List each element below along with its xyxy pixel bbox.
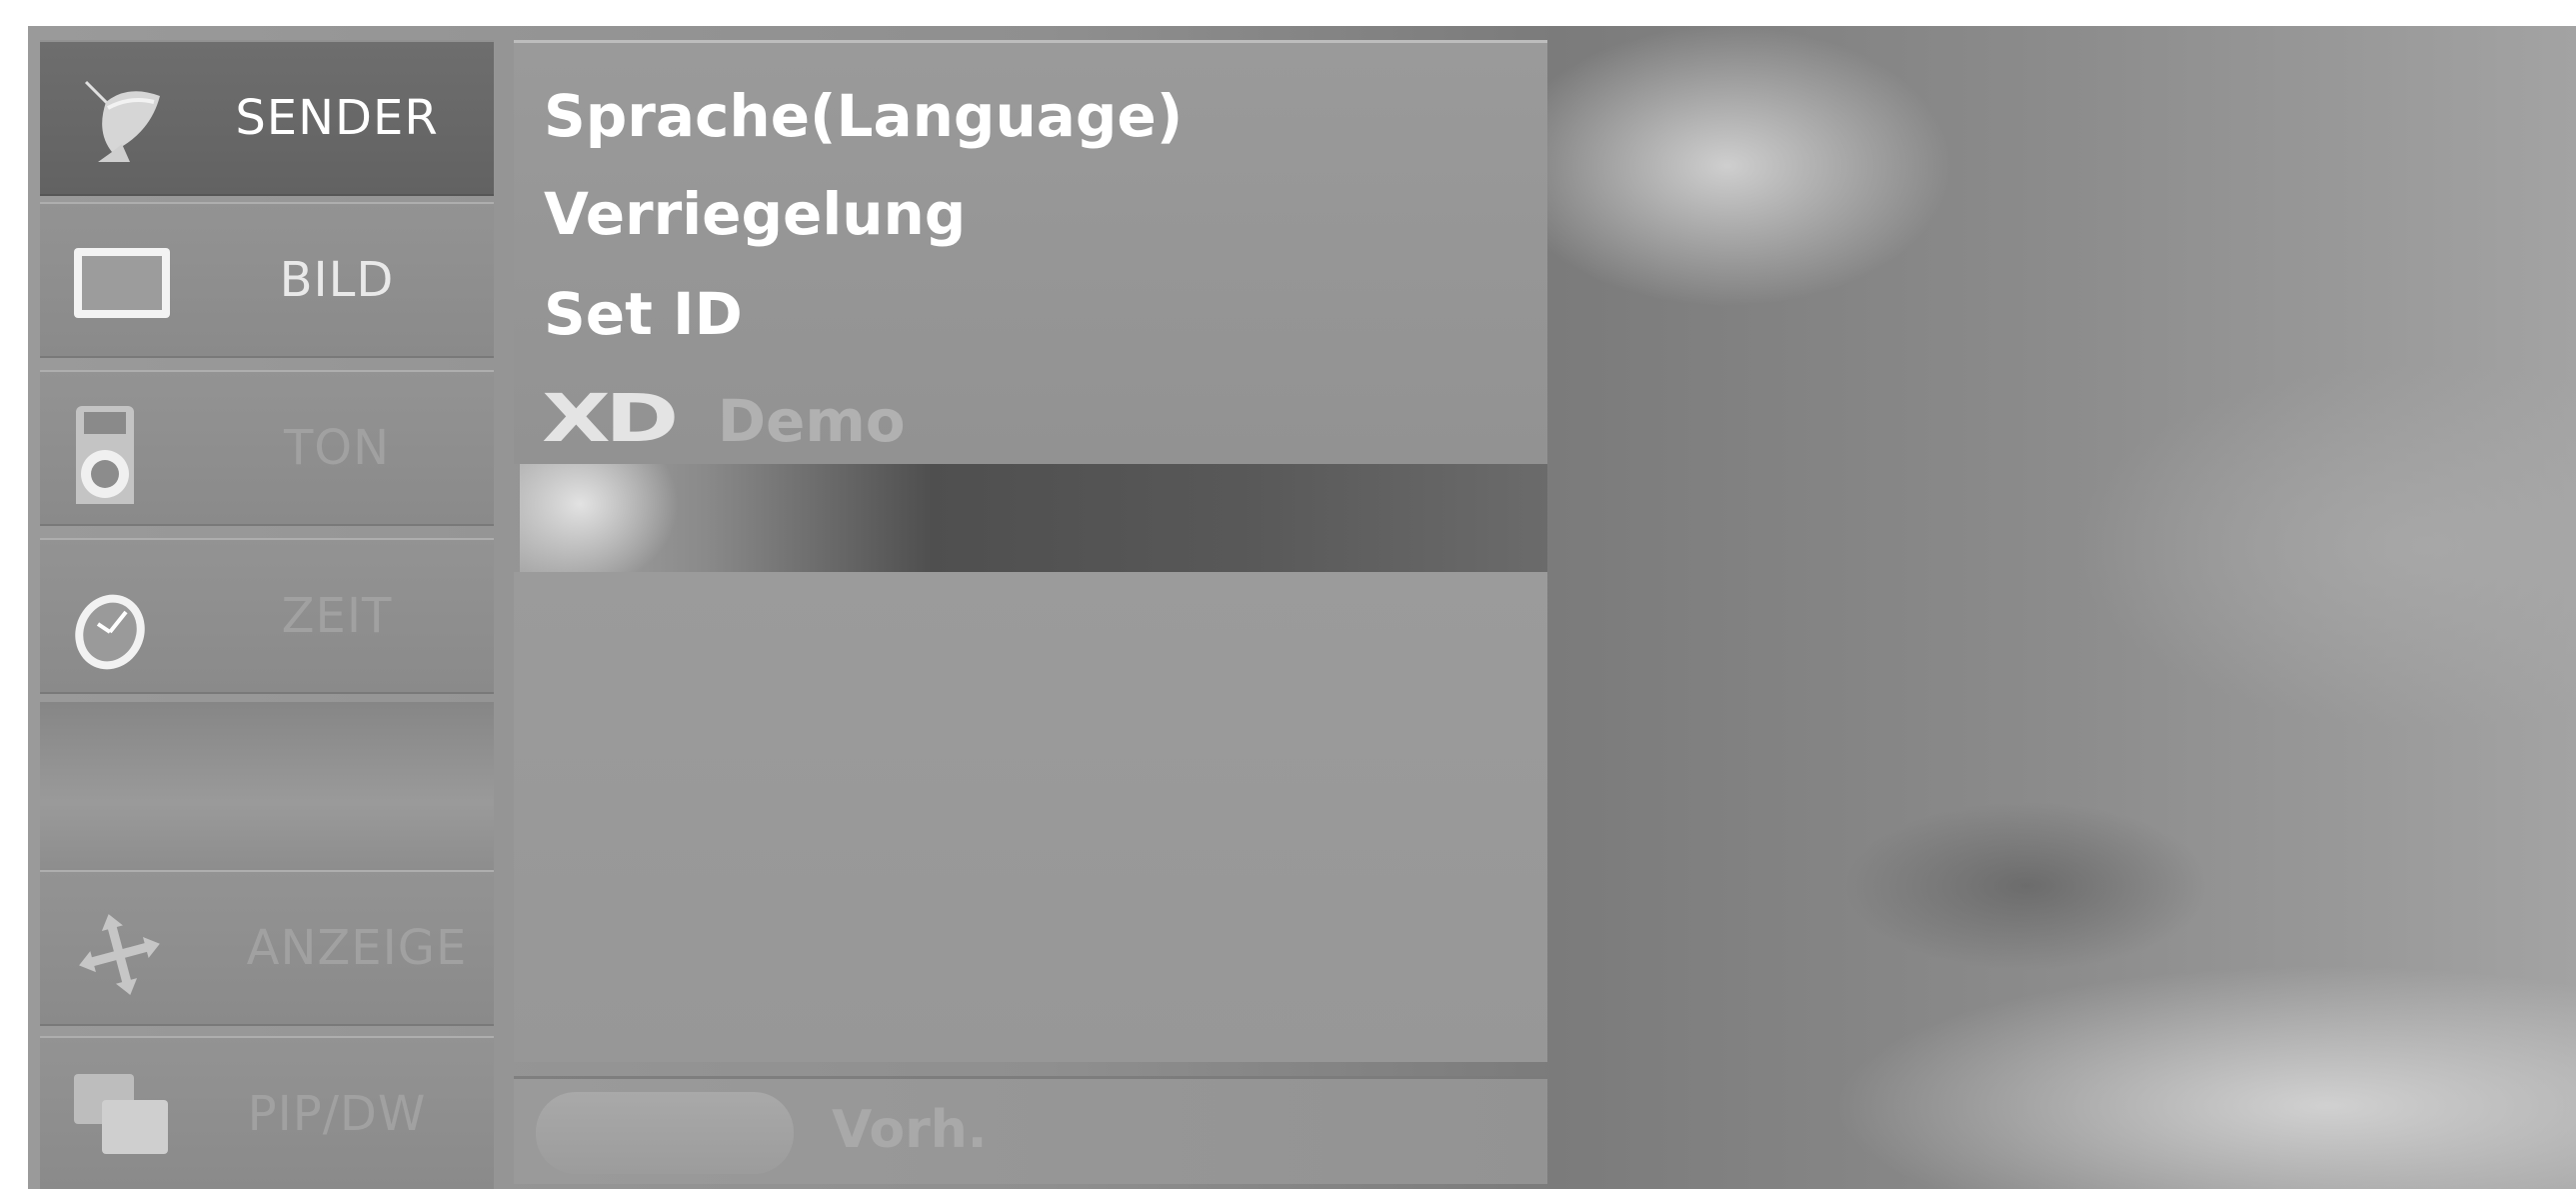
footer-bar: Vorh. bbox=[514, 1076, 1547, 1184]
tv-screen: SENDER BILD TON ZEIT ANZEIGE PIP/DW Spra… bbox=[0, 0, 2576, 1189]
move-arrows-icon bbox=[79, 914, 160, 995]
tv-screen-icon bbox=[74, 248, 170, 318]
sidebar-item-zeit[interactable]: ZEIT bbox=[40, 538, 494, 694]
sidebar-item-label: SENDER bbox=[235, 90, 439, 146]
sidebar-item-ton[interactable]: TON bbox=[40, 370, 494, 526]
sidebar-spacer bbox=[40, 702, 494, 870]
speaker-icon bbox=[76, 406, 134, 504]
footer-label: Vorh. bbox=[832, 1100, 988, 1160]
sidebar-item-pip-dw[interactable]: PIP/DW bbox=[40, 1036, 494, 1189]
sidebar-item-sender[interactable]: SENDER bbox=[40, 40, 494, 196]
menu-item-language[interactable]: Sprache(Language) bbox=[544, 82, 1183, 150]
xd-logo: XD bbox=[542, 380, 679, 457]
sidebar-item-label: BILD bbox=[279, 252, 395, 308]
satellite-dish-icon bbox=[84, 80, 160, 162]
pip-windows-icon bbox=[74, 1074, 168, 1154]
sidebar-item-label: ZEIT bbox=[281, 588, 393, 644]
clock-icon bbox=[75, 594, 145, 670]
submenu-panel bbox=[514, 572, 1547, 1062]
sidebar-item-label: TON bbox=[283, 420, 390, 476]
sidebar-item-label: PIP/DW bbox=[247, 1086, 427, 1142]
demo-label: Demo bbox=[717, 387, 906, 455]
selection-highlight bbox=[520, 464, 1547, 572]
sidebar-item-bild[interactable]: BILD bbox=[40, 202, 494, 358]
menu-item-xd-demo[interactable]: XD Demo bbox=[542, 380, 906, 457]
menu-item-set-id[interactable]: Set ID bbox=[544, 280, 743, 348]
menu-panel: Sprache(Language) Verriegelung Set ID XD… bbox=[514, 40, 1547, 464]
sidebar-item-anzeige[interactable]: ANZEIGE bbox=[40, 870, 494, 1026]
menu-item-verriegelung[interactable]: Verriegelung bbox=[544, 180, 966, 248]
prev-button[interactable] bbox=[536, 1092, 794, 1174]
sidebar-item-label: ANZEIGE bbox=[246, 920, 468, 976]
